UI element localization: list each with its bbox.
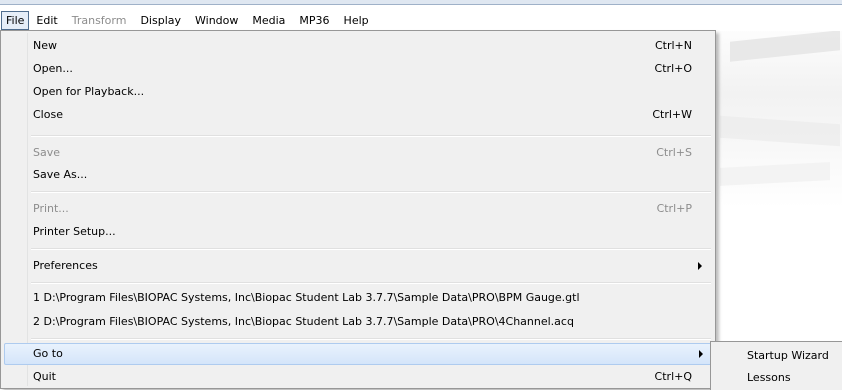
menu-item-printer-setup[interactable]: Printer Setup...	[4, 221, 712, 243]
submenu-item-lessons[interactable]: Lessons	[747, 367, 791, 389]
menu-item-recent-file-1[interactable]: 1 D:\Program Files\BIOPAC Systems, Inc\B…	[4, 287, 712, 309]
menu-item-print[interactable]: Print... Ctrl+P	[4, 198, 712, 220]
menu-item-label: Close	[33, 108, 63, 121]
shortcut-label: Ctrl+O	[654, 62, 692, 75]
menu-item-save-as[interactable]: Save As...	[4, 164, 712, 186]
shortcut-label: Ctrl+Q	[654, 370, 692, 383]
menu-file[interactable]: File	[1, 11, 30, 30]
submenu-item-startup-wizard[interactable]: Startup Wizard	[747, 345, 829, 367]
shortcut-label: Ctrl+W	[652, 108, 692, 121]
menu-item-label: Open...	[33, 62, 73, 75]
menu-item-new[interactable]: New Ctrl+N	[4, 35, 712, 57]
menu-item-go-to[interactable]: Go to	[4, 343, 714, 365]
menu-edit[interactable]: Edit	[29, 11, 64, 30]
menu-item-preferences[interactable]: Preferences	[4, 255, 712, 277]
menu-item-open[interactable]: Open... Ctrl+O	[4, 58, 712, 80]
menu-item-recent-file-2[interactable]: 2 D:\Program Files\BIOPAC Systems, Inc\B…	[4, 311, 712, 333]
menu-mp36[interactable]: MP36	[292, 11, 336, 30]
menu-help[interactable]: Help	[337, 11, 376, 30]
menu-transform[interactable]: Transform	[65, 11, 134, 30]
menu-item-label: Open for Playback...	[33, 85, 145, 98]
menu-item-open-for-playback[interactable]: Open for Playback...	[4, 81, 712, 103]
menu-item-label: Quit	[33, 370, 56, 383]
menu-item-label: 2 D:\Program Files\BIOPAC Systems, Inc\B…	[33, 315, 574, 328]
menu-item-quit[interactable]: Quit Ctrl+Q	[4, 366, 712, 388]
shortcut-label: Ctrl+P	[656, 202, 692, 215]
submenu-arrow-icon	[699, 350, 703, 358]
menu-separator	[31, 338, 711, 340]
menu-item-save[interactable]: Save Ctrl+S	[4, 142, 712, 164]
shortcut-label: Ctrl+S	[656, 146, 692, 159]
shortcut-label: Ctrl+N	[654, 39, 692, 52]
menu-item-label: Printer Setup...	[33, 225, 116, 238]
menu-media[interactable]: Media	[245, 11, 292, 30]
window-title-edge	[0, 0, 842, 5]
menu-item-label: New	[33, 39, 57, 52]
menu-bar: File Edit Transform Display Window Media…	[0, 10, 842, 31]
menu-window[interactable]: Window	[188, 11, 245, 30]
menu-item-label: Save As...	[33, 168, 88, 181]
menu-item-label: Save	[33, 146, 61, 159]
menu-item-label: Print...	[33, 202, 69, 215]
menu-separator	[31, 191, 711, 193]
menu-separator	[31, 248, 711, 250]
menu-item-close[interactable]: Close Ctrl+W	[4, 104, 712, 126]
menu-separator	[31, 282, 711, 284]
file-menu-dropdown: New Ctrl+N Open... Ctrl+O Open for Playb…	[0, 30, 716, 389]
menu-item-label: 1 D:\Program Files\BIOPAC Systems, Inc\B…	[33, 291, 580, 304]
goto-submenu: Startup Wizard Lessons	[710, 341, 842, 390]
menu-display[interactable]: Display	[133, 11, 188, 30]
menu-item-label: Go to	[33, 347, 63, 360]
menu-item-label: Preferences	[33, 259, 98, 272]
submenu-arrow-icon	[698, 262, 702, 270]
menu-separator	[31, 135, 711, 137]
